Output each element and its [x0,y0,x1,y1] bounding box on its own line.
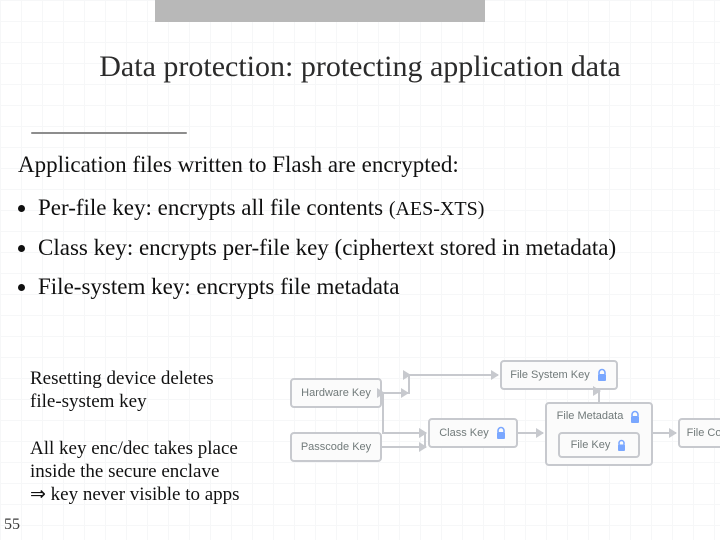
bullet-item: Per-file key: encrypts all file contents… [38,194,616,222]
label-file-contents: File Contents [687,427,720,439]
label-file-metadata: File Metadata [557,410,624,422]
box-file-key: File Key [558,432,640,458]
arrow [382,446,426,448]
arrow-segment [424,432,426,448]
arrow [518,432,543,434]
slide-title: Data protection: protecting application … [0,50,720,84]
bullet-rest: : encrypts all file contents [145,195,388,220]
key-hierarchy-diagram: Hardware Key Passcode Key File System Ke… [290,360,710,500]
box-passcode-key: Passcode Key [290,432,382,462]
note1-line2: file-system key [30,391,147,412]
note2-line2: inside the secure enclave [30,461,219,482]
page-number: 55 [4,516,20,534]
lock-icon [629,410,641,424]
bullet-keyword: Per-file key [38,195,145,220]
lock-icon [616,439,627,452]
arrow-segment [408,374,410,394]
decorative-top-bar [155,0,485,22]
box-class-key: Class Key [428,418,518,448]
bullet-rest: : encrypts file metadata [184,274,399,299]
bullet-rest: : encrypts per-file key (ciphertext stor… [127,235,616,260]
note1-line1: Resetting device deletes [30,368,214,389]
bullet-keyword: File-system key [38,274,184,299]
label-file-key: File Key [571,439,611,451]
bullet-item: Class key: encrypts per-file key (cipher… [38,234,616,261]
intro-text: Application files written to Flash are e… [18,152,459,178]
label-class-key: Class Key [439,427,489,439]
divider-line [31,132,187,134]
arrow [382,392,408,394]
box-hardware-key: Hardware Key [290,378,382,408]
bullet-item: File-system key: encrypts file metadata [38,273,616,300]
arrow [653,432,676,434]
arrow [408,374,498,376]
label-passcode-key: Passcode Key [301,441,371,453]
note2-line1: All key enc/dec takes place [30,438,238,459]
footnote-reset: Resetting device deletes file-system key [30,368,214,414]
note2-line3: ⇒ key never visible to apps [30,484,240,505]
bullet-tail: (AES-XTS) [389,198,485,220]
arrow [598,390,600,402]
bullet-keyword: Class key [38,235,127,260]
lock-icon [596,368,608,382]
lock-icon [495,426,507,440]
label-file-system-key: File System Key [510,369,589,381]
box-file-contents: File Contents [678,418,720,448]
footnote-enclave: All key enc/dec takes place inside the s… [30,438,240,506]
arrow-segment [382,392,384,432]
bullet-list: Per-file key: encrypts all file contents… [18,186,616,312]
label-hardware-key: Hardware Key [301,387,371,399]
